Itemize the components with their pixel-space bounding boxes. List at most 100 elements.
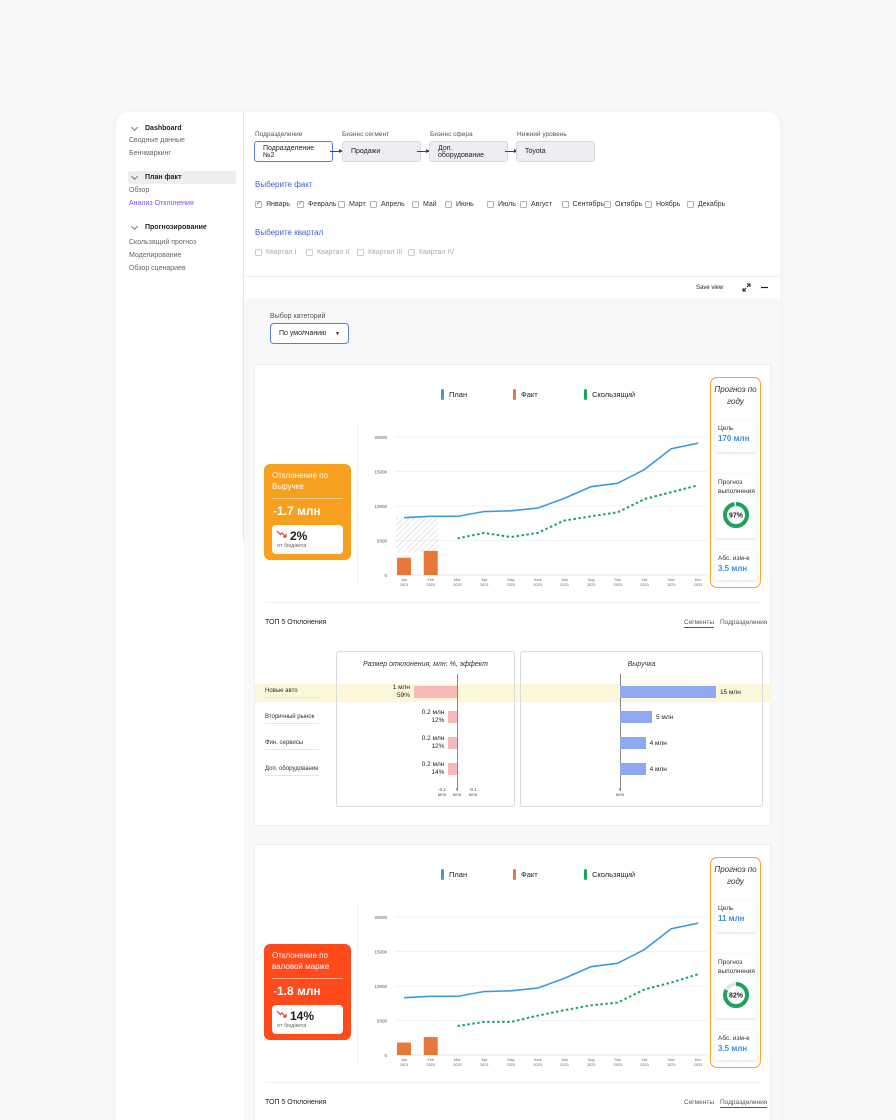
nav-group-forecasting[interactable]: Прогнозирование <box>128 221 236 234</box>
legend-rolling: Скользящий <box>584 389 635 400</box>
forecast-execution: Прогноз выполнения 82% <box>715 954 757 1018</box>
deviation-title: Отклонение по Выручке <box>272 471 328 491</box>
forecast-panel: Прогноз по году Цель 11 млн Прогноз выполне… <box>710 857 761 1068</box>
checkbox-month[interactable]: ✓ Январь <box>255 199 297 209</box>
forecast-abs-label: Абс. изм-е <box>718 555 750 562</box>
expand-icon[interactable] <box>742 283 751 292</box>
forecast-goal-label: Цель <box>718 905 734 912</box>
deviation-percent: 59% <box>396 692 410 699</box>
execution-percent: 97% <box>729 513 744 520</box>
top5-row-label[interactable]: Доп. оборудование <box>265 766 319 776</box>
x-tick-label: Apr <box>481 1058 488 1062</box>
x-tick-label: 2023 <box>587 1063 595 1067</box>
months-checkbox-row: ✓ Январь ✓ Февраль Март Апрель Май Июнь Июль Авгу… <box>255 199 727 209</box>
forecast-goal: Цель 170 млн <box>715 420 757 452</box>
checkbox-label: Июль <box>498 200 516 208</box>
x-tick-label: 2023 <box>533 583 541 587</box>
checkbox-month[interactable]: Ноябрь <box>645 199 687 209</box>
forecast-exec-label: Прогноз выполнения <box>718 959 755 975</box>
checkbox-quarter[interactable]: Квартал I <box>255 247 306 257</box>
x-tick-label: May <box>507 1058 514 1062</box>
filter-sphere[interactable]: Доп. оборудование <box>429 141 508 162</box>
filter-segment[interactable]: Продажи <box>342 141 421 162</box>
x-tick-label: 2023 <box>453 1063 461 1067</box>
tab-segments[interactable]: Сегменты <box>684 1099 714 1107</box>
checkbox-label: Февраль <box>308 200 337 208</box>
checkbox-month[interactable]: ✓ Февраль <box>297 199 338 209</box>
deviation-value: -1.8 млн <box>273 984 321 998</box>
x-tick-label: Sep <box>614 1058 621 1062</box>
top5-row-label[interactable]: Вторичный рынок <box>265 714 319 724</box>
top5-title: ТОП 5 Отклонения <box>265 619 327 626</box>
category-select[interactable]: По умолчанию ▼ <box>270 323 349 344</box>
revenue-bar <box>620 686 716 698</box>
top5-row-label[interactable]: Новые авто <box>265 688 319 698</box>
checkbox-quarter[interactable]: Квартал III <box>357 247 408 257</box>
checkbox-month[interactable]: Июнь <box>445 199 487 209</box>
checkbox-month[interactable]: Июль <box>487 199 520 209</box>
category-select-value: По умолчанию <box>279 330 327 337</box>
deviation-amount: 0.2 млн <box>421 735 445 742</box>
x-tick-label: 2023 <box>587 583 595 587</box>
nav-group-dashboard[interactable]: Dashboard <box>128 122 236 135</box>
tab-segments[interactable]: Сегменты <box>684 619 715 628</box>
x-tick-label: Dec <box>695 1058 702 1062</box>
checkbox-box <box>255 248 262 256</box>
revenue-bar <box>620 711 652 723</box>
x-tick-label: 2023 <box>400 583 408 587</box>
x-tick-label: 2023 <box>427 1063 435 1067</box>
nav-item-modeling[interactable]: Моделирование <box>129 252 181 259</box>
filter-label-division: Подразделение <box>255 131 303 138</box>
nav-item-deviation-analysis[interactable]: Анализ Отклонения <box>129 200 194 207</box>
checkbox-month[interactable]: Октябрь <box>604 199 645 209</box>
checkbox-label: Квартал II <box>317 248 350 256</box>
checkbox-month[interactable]: Август <box>520 199 562 209</box>
tab-divisions[interactable]: Подразделения <box>720 1099 768 1108</box>
checkbox-label: Апрель <box>381 200 405 208</box>
x-tick-label: Aug <box>588 578 595 582</box>
checkbox-box: ✓ <box>297 200 304 208</box>
nav-group-plan-fact[interactable]: План факт <box>128 171 236 184</box>
divider <box>265 1082 760 1083</box>
nav-item-rolling-forecast[interactable]: Скользящий прогноз <box>129 239 196 246</box>
save-view-button[interactable]: Save view <box>696 285 723 291</box>
minimize-icon[interactable] <box>760 283 769 292</box>
deviation-amount: 1 млн <box>392 684 410 691</box>
nav-item-overview[interactable]: Обзор <box>129 187 149 194</box>
deviation-amount: 0.2 млн <box>421 709 445 716</box>
tab-divisions[interactable]: Подразделения <box>720 619 767 627</box>
x-tick-label: Nov <box>668 578 675 582</box>
nav-item-benchmarking[interactable]: Бенчмаркинг <box>129 150 171 157</box>
filter-lower-level[interactable]: Toyota <box>516 141 595 162</box>
x-tick-label: Apr <box>481 578 488 582</box>
x-tick-label: Jan <box>401 1058 407 1062</box>
divider <box>265 602 760 603</box>
x-tick-label: 2023 <box>614 1063 622 1067</box>
deviation-pill: 14% от бюджета <box>272 1005 343 1034</box>
checkbox-month[interactable]: Апрель <box>370 199 412 209</box>
checkbox-box <box>562 200 569 208</box>
checkbox-month[interactable]: Май <box>412 199 445 209</box>
y-tick-label: 5000 <box>377 1019 388 1024</box>
revenue-bar <box>620 763 646 775</box>
checkbox-box <box>520 200 527 208</box>
checkbox-quarter[interactable]: Квартал II <box>306 247 357 257</box>
fact-bar <box>397 557 411 575</box>
checkbox-month[interactable]: Март <box>338 199 370 209</box>
deviation-percent: 14% <box>431 769 445 776</box>
revenue-panel-title: Выручка <box>627 661 656 668</box>
checkbox-month[interactable]: Декабрь <box>687 199 727 209</box>
nav-item-summary[interactable]: Сводные данные <box>129 137 185 144</box>
category-label: Выбор категорий <box>270 313 326 320</box>
forecast-panel: Прогноз по году Цель 170 млн Прогноз выполн… <box>710 377 761 588</box>
nav-item-scenarios[interactable]: Обзор сценариев <box>129 265 186 272</box>
checkbox-month[interactable]: Сентябрь <box>562 199 604 209</box>
y-tick-label: 10000 <box>374 984 387 989</box>
filter-division[interactable]: Подразделение №2 <box>254 141 333 162</box>
top5-row-label[interactable]: Фин. сервисы <box>265 740 319 750</box>
deviation-pill: 2% от бюджета <box>272 525 343 554</box>
checkbox-label: Ноябрь <box>656 200 681 208</box>
checkbox-quarter[interactable]: Квартал IV <box>408 247 459 257</box>
x-tick-label: Mar <box>454 1058 461 1062</box>
y-tick-label: 15000 <box>374 470 387 475</box>
